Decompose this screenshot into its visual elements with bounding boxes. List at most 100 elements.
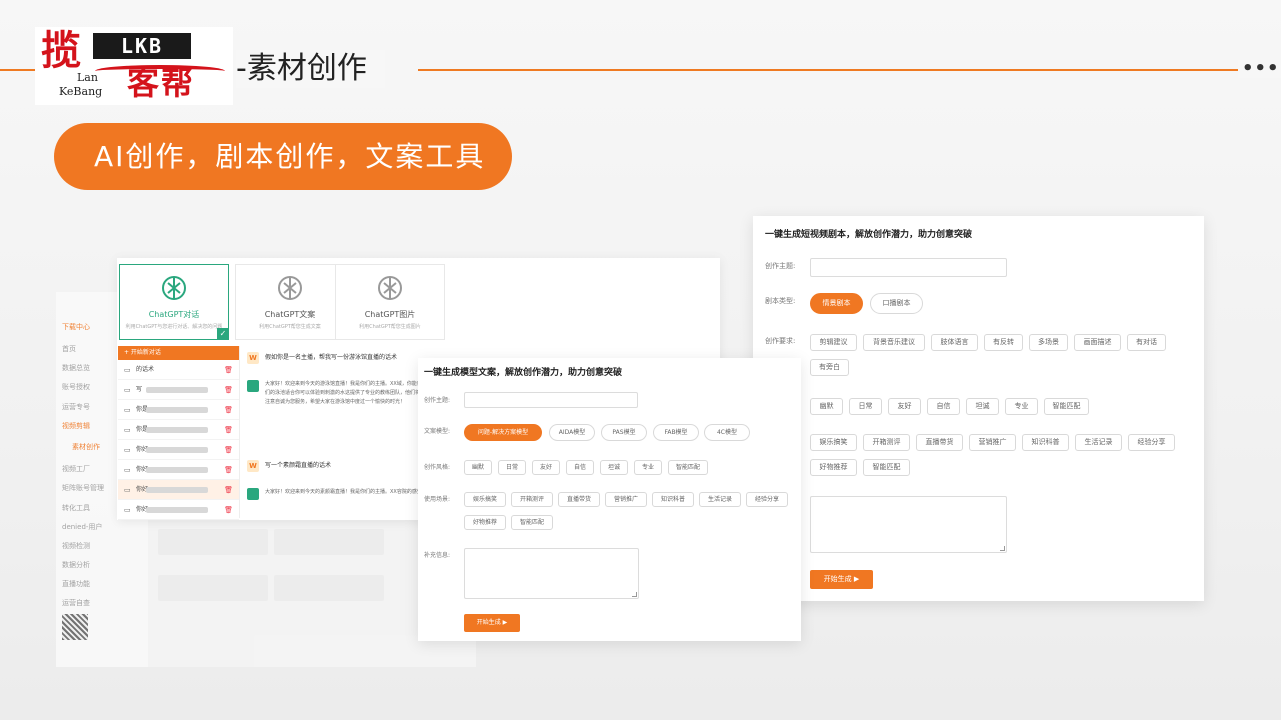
new-chat-button[interactable]: + 开始新对话	[118, 346, 239, 360]
scene-tag[interactable]: 娱乐搞笑	[464, 492, 506, 507]
copy-model-option[interactable]: PAS模型	[601, 424, 647, 441]
scene-tag[interactable]: 生活记录	[1075, 434, 1122, 451]
scene-tag[interactable]: 经验分享	[1128, 434, 1175, 451]
openai-icon	[247, 380, 259, 392]
sidebar-item[interactable]: 运营专号	[62, 402, 90, 412]
scene-tag[interactable]: 生活记录	[699, 492, 741, 507]
requirement-tag[interactable]: 有反转	[984, 334, 1023, 351]
scene-tag[interactable]: 开箱测评	[511, 492, 553, 507]
list-item[interactable]: ▭ 你好 🗑	[118, 500, 239, 520]
style-tag[interactable]: 智能匹配	[668, 460, 708, 475]
list-item[interactable]: ▭ 写 🗑	[118, 380, 239, 400]
sidebar-item[interactable]: 数据总览	[62, 363, 90, 373]
style-tag[interactable]: 智能匹配	[1044, 398, 1089, 415]
blurred-text	[146, 467, 208, 473]
list-item[interactable]: ▭ 你好 🗑	[118, 440, 239, 460]
sidebar-item[interactable]: 运营自查	[62, 598, 90, 608]
scene-tag[interactable]: 营销推广	[605, 492, 647, 507]
scene-tag[interactable]: 智能匹配	[863, 459, 910, 476]
style-tag[interactable]: 幽默	[464, 460, 492, 475]
blurred-text	[146, 507, 208, 513]
style-tag[interactable]: 坦诚	[600, 460, 628, 475]
chat-icon: ▭	[124, 406, 131, 414]
scene-tag[interactable]: 娱乐搞笑	[810, 434, 857, 451]
script-type-option[interactable]: 口播剧本	[870, 293, 923, 314]
requirement-tag[interactable]: 多场景	[1029, 334, 1068, 351]
trash-icon[interactable]: 🗑	[224, 460, 233, 480]
copy-model-option[interactable]: 4C模型	[704, 424, 750, 441]
card-chatgpt-image[interactable]: ChatGPT图片 利用ChatGPT帮您生成图片	[335, 264, 445, 340]
style-tag[interactable]: 友好	[888, 398, 921, 415]
sidebar-item[interactable]: 首页	[62, 344, 76, 354]
sidebar-item[interactable]: 下载中心	[62, 322, 90, 332]
list-item[interactable]: ▭ 你是 🗑	[118, 420, 239, 440]
list-item[interactable]: ▭ 你是 🗑	[118, 400, 239, 420]
resize-handle-icon[interactable]	[1000, 546, 1005, 551]
copy-model-option[interactable]: 问题-解决方案模型	[464, 424, 542, 441]
sidebar-item[interactable]: 视频检测	[62, 541, 90, 551]
trash-icon[interactable]: 🗑	[224, 380, 233, 400]
style-tag[interactable]: 自信	[927, 398, 960, 415]
scene-tag[interactable]: 直播带货	[558, 492, 600, 507]
style-tag[interactable]: 自信	[566, 460, 594, 475]
generate-copy-button[interactable]: 开始生成 ▶	[464, 614, 520, 632]
requirement-tag[interactable]: 背景音乐建议	[863, 334, 925, 351]
dashboard-tool-card[interactable]	[158, 529, 268, 555]
trash-icon[interactable]: 🗑	[224, 400, 233, 420]
list-item[interactable]: ▭ 你好 🗑	[118, 460, 239, 480]
trash-icon[interactable]: 🗑	[224, 480, 233, 500]
check-icon: ✓	[217, 328, 229, 340]
style-tag[interactable]: 日常	[498, 460, 526, 475]
trash-icon[interactable]: 🗑	[224, 420, 233, 440]
resize-handle-icon[interactable]	[632, 592, 637, 597]
extra-info-textarea[interactable]	[810, 496, 1007, 553]
requirement-tag[interactable]: 有旁白	[810, 359, 849, 376]
sidebar-item[interactable]: 视频工厂	[62, 464, 90, 474]
style-tag[interactable]: 幽默	[810, 398, 843, 415]
trash-icon[interactable]: 🗑	[224, 360, 233, 380]
card-chatgpt-dialog[interactable]: ChatGPT对话 利用ChatGPT与您进行对话、解决您的问题 ✓	[119, 264, 229, 340]
copy-model-option[interactable]: AIDA模型	[549, 424, 595, 441]
style-tag[interactable]: 专业	[634, 460, 662, 475]
requirement-tag[interactable]: 有对话	[1127, 334, 1166, 351]
script-type-option[interactable]: 情景剧本	[810, 293, 863, 314]
trash-icon[interactable]: 🗑	[224, 500, 233, 520]
sidebar-item[interactable]: denied-用户	[62, 522, 102, 532]
style-tag[interactable]: 坦诚	[966, 398, 999, 415]
sidebar-item[interactable]: 素材创作	[72, 442, 100, 452]
sidebar-item[interactable]: 转化工具	[62, 503, 90, 513]
scene-tag[interactable]: 好物推荐	[810, 459, 857, 476]
topic-input[interactable]	[464, 392, 638, 408]
scene-tag[interactable]: 智能匹配	[511, 515, 553, 530]
sidebar-item[interactable]: 账号授权	[62, 382, 90, 392]
sidebar-item[interactable]: 视频剪辑	[62, 421, 90, 431]
card-chatgpt-copy[interactable]: ChatGPT文案 利用ChatGPT帮您生成文案	[235, 264, 345, 340]
list-item[interactable]: ▭ 的话术 🗑	[118, 360, 239, 380]
scene-tag[interactable]: 经验分享	[746, 492, 788, 507]
blurred-text	[146, 487, 208, 493]
scene-tag[interactable]: 开箱测评	[863, 434, 910, 451]
trash-icon[interactable]: 🗑	[224, 440, 233, 460]
sidebar-item[interactable]: 数据分析	[62, 560, 90, 570]
style-tag[interactable]: 专业	[1005, 398, 1038, 415]
requirement-tag[interactable]: 剪辑建议	[810, 334, 857, 351]
requirement-tag[interactable]: 肢体语言	[931, 334, 978, 351]
scene-tag[interactable]: 营销推广	[969, 434, 1016, 451]
sidebar-item[interactable]: 直播功能	[62, 579, 90, 589]
sidebar-item[interactable]: 矩阵账号管理	[62, 483, 104, 493]
scene-tag[interactable]: 直播带货	[916, 434, 963, 451]
scene-tag[interactable]: 知识科普	[1022, 434, 1069, 451]
style-tag[interactable]: 友好	[532, 460, 560, 475]
generate-script-button[interactable]: 开始生成 ▶	[810, 570, 873, 589]
dashboard-tool-card[interactable]	[274, 575, 384, 601]
scene-tag[interactable]: 好物推荐	[464, 515, 506, 530]
copy-model-option[interactable]: FAB模型	[653, 424, 699, 441]
topic-input[interactable]	[810, 258, 1007, 277]
dashboard-tool-card[interactable]	[158, 575, 268, 601]
extra-info-textarea[interactable]	[464, 548, 639, 599]
style-tag[interactable]: 日常	[849, 398, 882, 415]
requirement-tag[interactable]: 画面描述	[1074, 334, 1121, 351]
scene-tag[interactable]: 知识科普	[652, 492, 694, 507]
dashboard-tool-card[interactable]	[274, 529, 384, 555]
list-item[interactable]: ▭ 你好 🗑	[118, 480, 239, 500]
